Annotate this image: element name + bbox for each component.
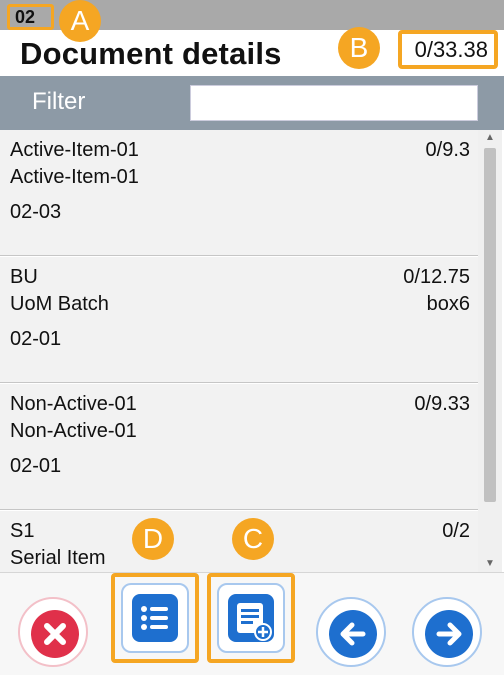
callout-b: B (338, 27, 380, 69)
list-item[interactable]: Non-Active-01 Non-Active-01 02-01 0/9.33 (0, 384, 478, 510)
arrow-left-icon (329, 610, 377, 658)
item-uom: box6 (426, 293, 470, 315)
list-button-highlight (111, 573, 199, 663)
filter-bar: Filter (0, 76, 504, 130)
item-location: 02-01 (10, 328, 62, 350)
filter-input[interactable] (190, 85, 478, 121)
scroll-up-icon[interactable]: ▲ (478, 132, 502, 144)
item-quantity: 0/9.3 (425, 139, 470, 161)
item-location: 02-03 (10, 201, 62, 223)
item-name: S1 (10, 520, 35, 542)
page-title: Document details (20, 36, 282, 71)
item-description: UoM Batch (10, 293, 109, 315)
bottom-toolbar (0, 572, 504, 675)
list-scrollbar[interactable]: ▲ ▼ (478, 130, 502, 572)
cancel-button[interactable] (18, 597, 88, 667)
item-quantity: 0/12.75 (403, 266, 470, 288)
item-quantity: 0/2 (442, 520, 470, 542)
scroll-down-icon[interactable]: ▼ (478, 558, 502, 570)
callout-d: D (132, 518, 174, 560)
list-item[interactable]: BU UoM Batch 02-01 0/12.75 box6 (0, 257, 478, 383)
add-document-button-highlight (207, 573, 295, 663)
item-description: Serial Item (10, 547, 106, 569)
close-icon (31, 610, 79, 658)
item-name: Active-Item-01 (10, 139, 139, 161)
document-total: 0/33.38 (398, 30, 498, 69)
list-item[interactable]: Active-Item-01 Active-Item-01 02-03 0/9.… (0, 130, 478, 256)
item-name: Non-Active-01 (10, 393, 137, 415)
document-add-icon (228, 594, 274, 642)
add-document-button[interactable] (217, 583, 285, 653)
item-quantity: 0/9.33 (414, 393, 470, 415)
item-location: 02-01 (10, 455, 62, 477)
document-code: 02 (7, 4, 54, 30)
item-description: Non-Active-01 (10, 420, 137, 442)
item-list: Active-Item-01 Active-Item-01 02-03 0/9.… (0, 130, 504, 572)
list-button[interactable] (121, 583, 189, 653)
callout-c: C (232, 518, 274, 560)
arrow-right-icon (425, 610, 473, 658)
item-name: BU (10, 266, 38, 288)
filter-label: Filter (32, 88, 86, 115)
scrollbar-thumb[interactable] (484, 148, 496, 502)
back-button[interactable] (316, 597, 386, 667)
next-button[interactable] (412, 597, 482, 667)
list-icon (132, 594, 178, 642)
item-description: Active-Item-01 (10, 166, 139, 188)
